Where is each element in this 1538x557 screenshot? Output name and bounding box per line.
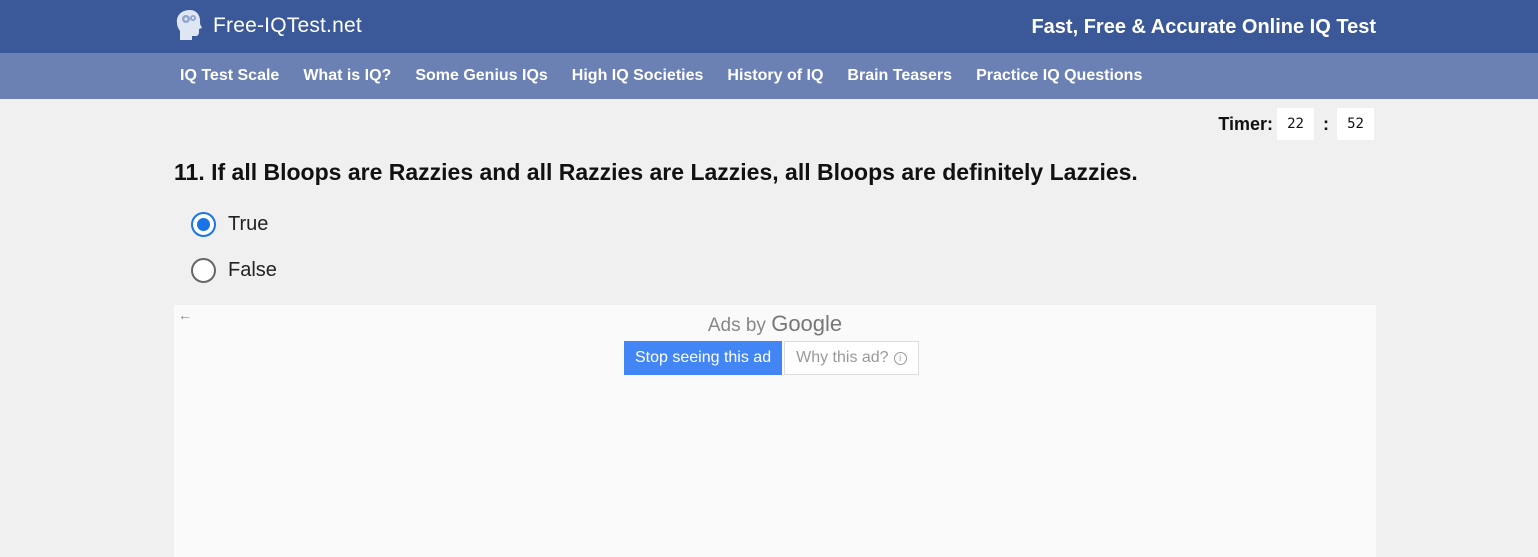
ads-by-google: Ads by Google [174,311,1376,337]
nav-item-high-iq-societies[interactable]: High IQ Societies [572,67,704,84]
info-icon: i [893,352,907,365]
answer-label-true: True [228,213,269,235]
nav-item-some-genius-iqs[interactable]: Some Genius IQs [415,67,547,84]
answer-label-false: False [228,259,277,281]
nav-item-brain-teasers[interactable]: Brain Teasers [847,67,952,84]
why-this-ad-label: Why this ad? [796,349,889,366]
timer-label: Timer: [1218,113,1273,134]
answer-option-false[interactable]: False [191,258,277,283]
ad-container: ← Ads by Google Stop seeing this ad Why … [174,305,1376,557]
radio-false[interactable] [191,258,216,283]
timer-separator: : [1323,113,1329,134]
google-wordmark: Google [771,311,843,336]
timer-minutes: 22 [1277,108,1314,140]
brain-head-icon [176,10,202,40]
logo-text: Free-IQTest.net [213,13,362,37]
why-this-ad-button[interactable]: Why this ad? i [784,341,919,375]
question-text: 11. If all Bloops are Razzies and all Ra… [174,159,1138,185]
timer-seconds: 52 [1337,108,1374,140]
main-nav: IQ Test Scale What is IQ? Some Genius IQ… [0,53,1538,99]
timer: Timer: 22 : 52 [1218,108,1374,140]
answer-option-true[interactable]: True [191,212,268,237]
radio-true[interactable] [191,212,216,237]
stop-seeing-ad-button[interactable]: Stop seeing this ad [624,341,783,375]
ad-buttons: Stop seeing this ad Why this ad? i [624,341,919,375]
site-header: Free-IQTest.net Fast, Free & Accurate On… [0,0,1538,53]
nav-item-practice-iq-questions[interactable]: Practice IQ Questions [976,67,1142,84]
site-logo-link[interactable]: Free-IQTest.net [175,9,362,42]
ads-by-text: Ads by [707,315,766,336]
nav-item-what-is-iq[interactable]: What is IQ? [303,67,391,84]
nav-item-history-of-iq[interactable]: History of IQ [727,67,823,84]
nav-item-iq-test-scale[interactable]: IQ Test Scale [180,67,279,84]
site-tagline: Fast, Free & Accurate Online IQ Test [1031,16,1376,38]
